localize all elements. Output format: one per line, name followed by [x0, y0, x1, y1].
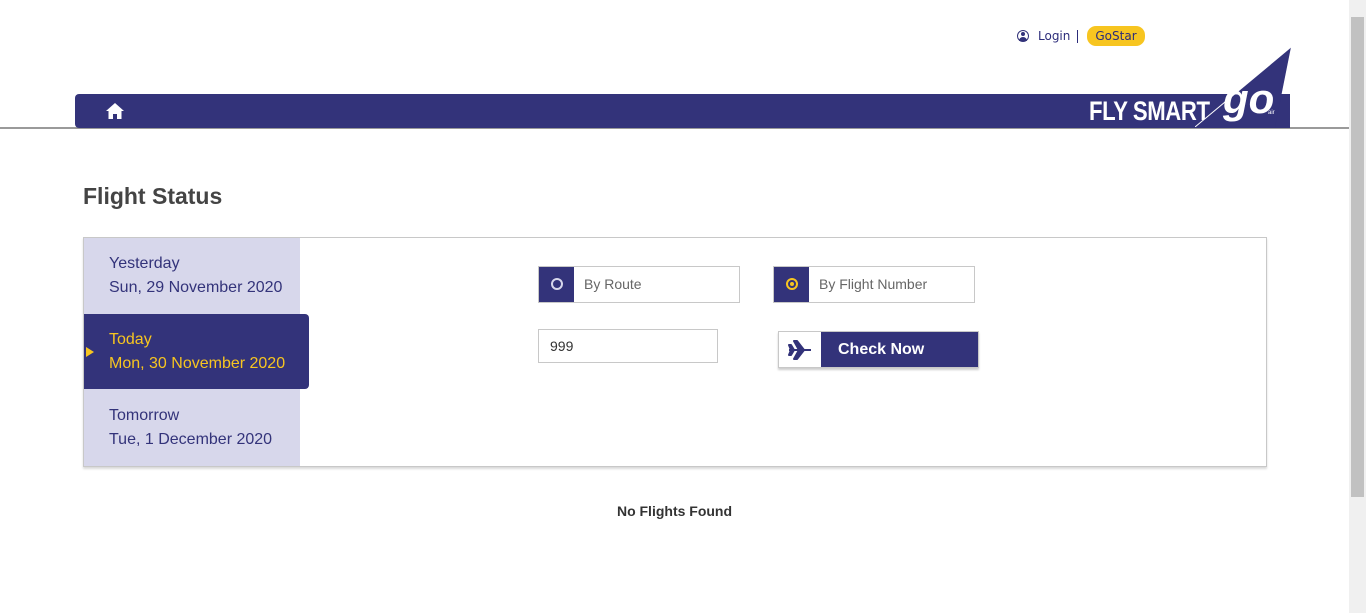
- day-tomorrow[interactable]: Tomorrow Tue, 1 December 2020: [109, 404, 272, 452]
- day-label: Today: [109, 331, 152, 348]
- goair-logo[interactable]: go air: [1195, 47, 1291, 127]
- scrollbar[interactable]: [1349, 0, 1366, 613]
- day-date: Sun, 29 November 2020: [109, 279, 283, 296]
- radio-icon[interactable]: [539, 267, 574, 302]
- by-flight-number-option[interactable]: By Flight Number: [773, 266, 975, 303]
- page-title: Flight Status: [83, 183, 223, 209]
- day-selector: Yesterday Sun, 29 November 2020 Today Mo…: [84, 238, 309, 466]
- radio-selected-icon[interactable]: [774, 267, 809, 302]
- scrollbar-thumb[interactable]: [1351, 17, 1364, 497]
- flight-number-input[interactable]: [538, 329, 718, 363]
- check-now-button[interactable]: Check Now: [778, 331, 979, 368]
- no-flights-message: No Flights Found: [616, 503, 733, 519]
- selected-arrow-icon: [86, 347, 94, 357]
- day-label: Tomorrow: [109, 407, 180, 424]
- divider: [1077, 29, 1079, 43]
- day-date: Mon, 30 November 2020: [109, 355, 286, 372]
- plane-icon: [779, 332, 821, 367]
- day-date: Tue, 1 December 2020: [109, 431, 273, 448]
- brand-slogan: FLY SMART: [1089, 96, 1210, 126]
- by-route-label: By Route: [584, 276, 642, 292]
- home-icon[interactable]: [106, 103, 124, 119]
- main-navbar: FLY SMART: [75, 94, 1290, 128]
- top-links: Login GoStar: [1017, 26, 1145, 46]
- day-yesterday[interactable]: Yesterday Sun, 29 November 2020: [109, 252, 282, 300]
- svg-text:air: air: [1268, 110, 1275, 116]
- day-today[interactable]: Today Mon, 30 November 2020: [84, 314, 309, 389]
- by-route-option[interactable]: By Route: [538, 266, 740, 303]
- day-label: Yesterday: [109, 255, 180, 272]
- gostar-button[interactable]: GoStar: [1087, 26, 1145, 46]
- check-now-label: Check Now: [838, 341, 925, 358]
- user-icon: [1017, 30, 1029, 42]
- by-flight-number-label: By Flight Number: [819, 276, 928, 292]
- svg-text:go: go: [1222, 75, 1274, 122]
- flight-status-panel: Yesterday Sun, 29 November 2020 Today Mo…: [83, 237, 1267, 467]
- login-link[interactable]: Login: [1038, 29, 1070, 43]
